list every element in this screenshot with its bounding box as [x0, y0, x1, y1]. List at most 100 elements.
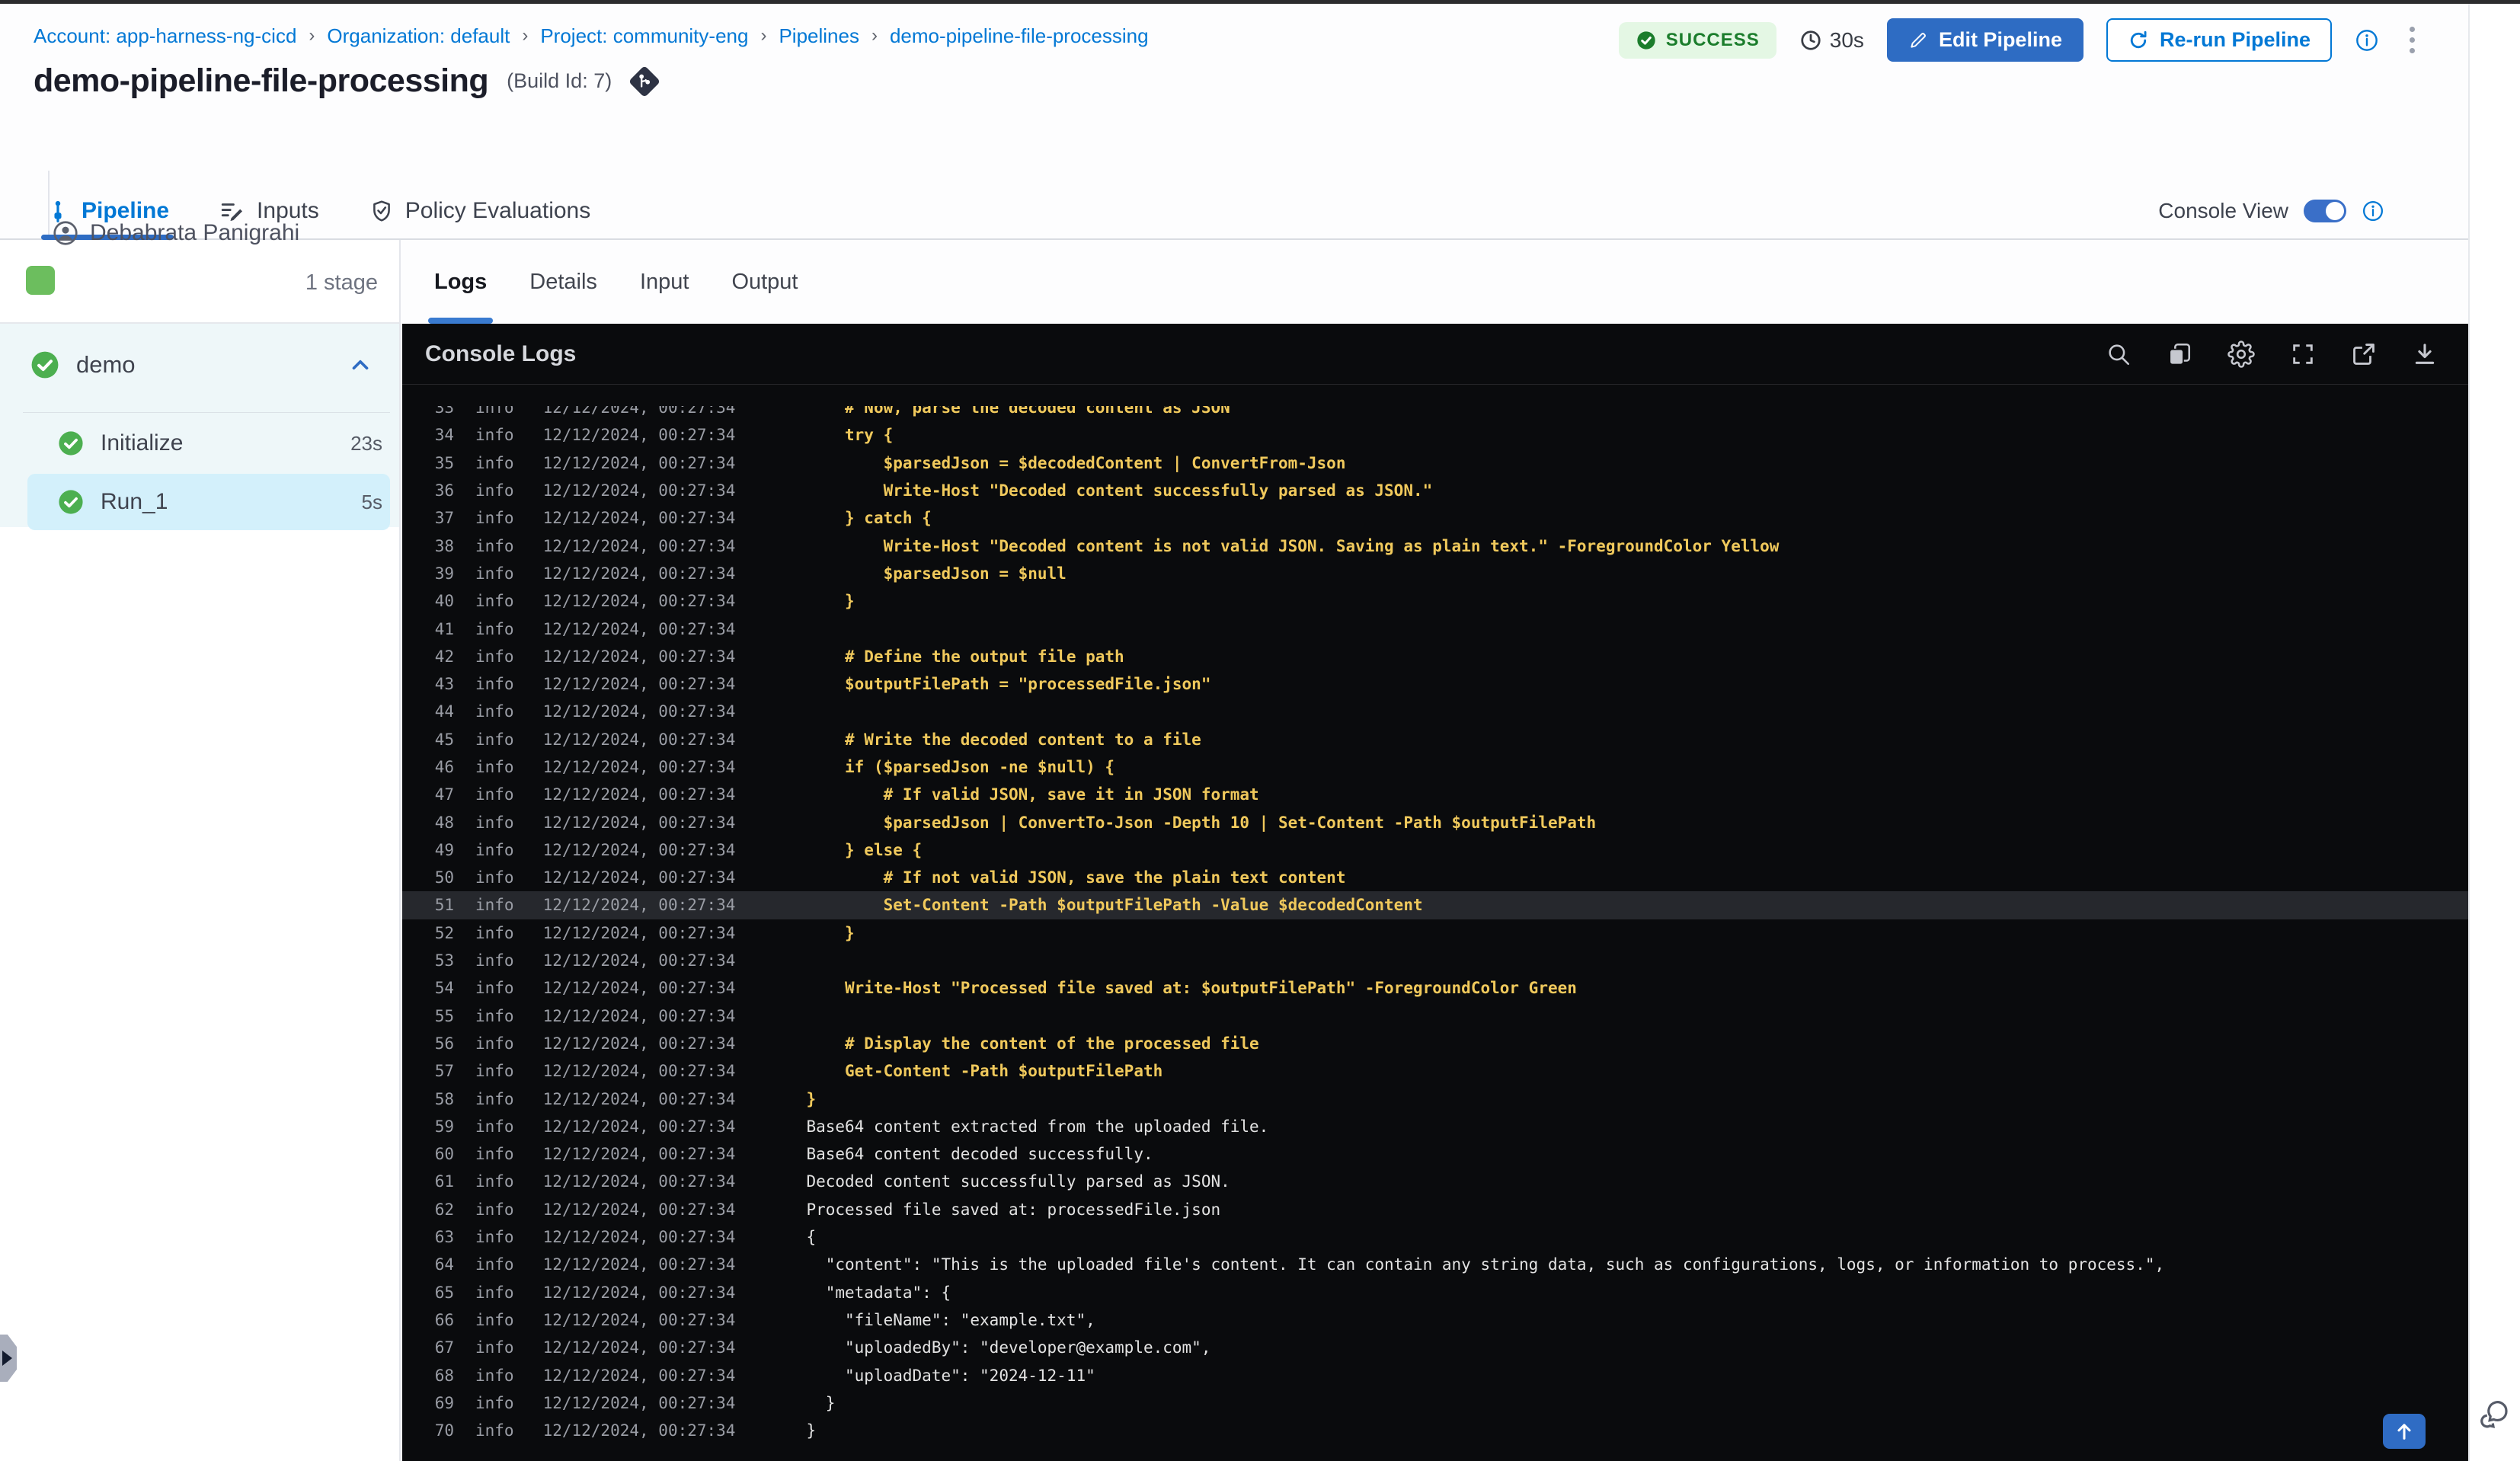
- log-line-61[interactable]: 61 info 12/12/2024, 00:27:34 Decoded conten…: [402, 1168, 2468, 1195]
- scroll-to-top-button[interactable]: [2383, 1414, 2426, 1449]
- log-message: # If not valid JSON, save the plain text…: [806, 868, 1346, 887]
- log-line-35[interactable]: 35 info 12/12/2024, 00:27:34 $parsedJson =…: [402, 449, 2468, 477]
- open-in-new-icon[interactable]: [2351, 341, 2377, 367]
- log-line-36[interactable]: 36 info 12/12/2024, 00:27:34 Write-Host "D…: [402, 477, 2468, 504]
- stage-row-demo[interactable]: demo: [0, 348, 399, 382]
- log-line-62[interactable]: 62 info 12/12/2024, 00:27:34 Processed file…: [402, 1196, 2468, 1223]
- log-line-number: 67: [434, 1338, 454, 1357]
- settings-icon[interactable]: [2227, 340, 2255, 368]
- log-message: # Write the decoded content to a file: [806, 730, 1201, 749]
- log-message: # If valid JSON, save it in JSON format: [806, 785, 1259, 804]
- log-line-48[interactable]: 48 info 12/12/2024, 00:27:34 $parsedJson |…: [402, 808, 2468, 836]
- rerun-pipeline-button[interactable]: Re-run Pipeline: [2106, 18, 2332, 62]
- log-line-51[interactable]: 51 info 12/12/2024, 00:27:34 Set-Content -…: [402, 891, 2468, 919]
- download-icon[interactable]: [2412, 341, 2438, 367]
- log-line-57[interactable]: 57 info 12/12/2024, 00:27:34 Get-Content -…: [402, 1057, 2468, 1085]
- step-row-initialize[interactable]: Initialize 23s: [27, 419, 390, 468]
- log-line-41[interactable]: 41 info 12/12/2024, 00:27:34: [402, 615, 2468, 642]
- tab-label: Policy Evaluations: [405, 197, 591, 223]
- stage-minimap-square[interactable]: [26, 266, 55, 295]
- console-view-info-icon[interactable]: [2362, 200, 2384, 222]
- log-line-56[interactable]: 56 info 12/12/2024, 00:27:34 # Display the…: [402, 1030, 2468, 1057]
- breadcrumb-link[interactable]: Account: app-harness-ng-cicd: [34, 24, 296, 48]
- log-line-69[interactable]: 69 info 12/12/2024, 00:27:34 }: [402, 1389, 2468, 1417]
- log-line-number: 68: [434, 1366, 454, 1385]
- copy-icon[interactable]: [2167, 341, 2192, 367]
- chevron-up-icon[interactable]: [347, 352, 373, 378]
- breadcrumb-link[interactable]: demo-pipeline-file-processing: [890, 24, 1149, 48]
- log-line-65[interactable]: 65 info 12/12/2024, 00:27:34 "metadata": {: [402, 1279, 2468, 1306]
- log-tab-output[interactable]: Output: [731, 240, 798, 324]
- log-line-54[interactable]: 54 info 12/12/2024, 00:27:34 Write-Host "P…: [402, 974, 2468, 1002]
- breadcrumb-link[interactable]: Project: community-eng: [540, 24, 748, 48]
- log-line-number: 35: [434, 453, 454, 472]
- breadcrumb-link[interactable]: Organization: default: [327, 24, 510, 48]
- log-tab-input[interactable]: Input: [640, 240, 689, 324]
- log-line-53[interactable]: 53 info 12/12/2024, 00:27:34: [402, 947, 2468, 974]
- log-line-45[interactable]: 45 info 12/12/2024, 00:27:34 # Write the d…: [402, 726, 2468, 753]
- log-line-number: 55: [434, 1006, 454, 1025]
- log-line-64[interactable]: 64 info 12/12/2024, 00:27:34 "content": "T…: [402, 1251, 2468, 1278]
- log-timestamp: 12/12/2024, 00:27:34: [542, 785, 736, 804]
- search-icon[interactable]: [2106, 341, 2131, 367]
- log-line-number: 51: [434, 896, 454, 915]
- log-level: info: [475, 1200, 514, 1219]
- log-line-number: 46: [434, 758, 454, 776]
- log-timestamp: 12/12/2024, 00:27:34: [542, 702, 736, 721]
- log-message: Set-Content -Path $outputFilePath -Value…: [806, 896, 1423, 915]
- log-message: }: [806, 592, 855, 611]
- edit-pipeline-button[interactable]: Edit Pipeline: [1886, 18, 2083, 62]
- log-timestamp: 12/12/2024, 00:27:34: [542, 1366, 736, 1385]
- log-tabs: Logs Details Input Output: [402, 240, 2468, 324]
- log-message: Write-Host "Decoded content successfully…: [806, 481, 1433, 500]
- stage-divider: [23, 412, 390, 413]
- log-line-number: 70: [434, 1421, 454, 1440]
- log-line-40[interactable]: 40 info 12/12/2024, 00:27:34 }: [402, 587, 2468, 615]
- fullscreen-icon[interactable]: [2290, 341, 2316, 367]
- log-level: info: [475, 1338, 514, 1357]
- breadcrumb: Account: app-harness-ng-cicd › Organizatio…: [34, 24, 1149, 48]
- log-timestamp: 12/12/2024, 00:27:34: [542, 453, 736, 472]
- tab-policy-evaluations[interactable]: Policy Evaluations: [369, 183, 590, 238]
- log-line-68[interactable]: 68 info 12/12/2024, 00:27:34 "uploadDate":…: [402, 1361, 2468, 1389]
- log-line-49[interactable]: 49 info 12/12/2024, 00:27:34 } else {: [402, 836, 2468, 864]
- log-tab-logs[interactable]: Logs: [427, 240, 494, 324]
- log-line-44[interactable]: 44 info 12/12/2024, 00:27:34: [402, 698, 2468, 725]
- log-scroll-area[interactable]: 33 info 12/12/2024, 00:27:34 # Now, parse …: [402, 385, 2468, 1461]
- console-view-toggle[interactable]: [2304, 199, 2346, 222]
- log-message: Decoded content successfully parsed as J…: [806, 1172, 1230, 1191]
- log-line-39[interactable]: 39 info 12/12/2024, 00:27:34 $parsedJson =…: [402, 560, 2468, 587]
- log-line-67[interactable]: 67 info 12/12/2024, 00:27:34 "uploadedBy":…: [402, 1334, 2468, 1361]
- support-chat-icon[interactable]: [2477, 1395, 2513, 1432]
- log-line-52[interactable]: 52 info 12/12/2024, 00:27:34 }: [402, 919, 2468, 947]
- log-line-46[interactable]: 46 info 12/12/2024, 00:27:34 if ($parsedJs…: [402, 753, 2468, 781]
- duration: 30s: [1799, 28, 1864, 53]
- log-line-70[interactable]: 70 info 12/12/2024, 00:27:34}: [402, 1417, 2468, 1444]
- log-tab-details[interactable]: Details: [529, 240, 597, 324]
- log-line-47[interactable]: 47 info 12/12/2024, 00:27:34 # If valid JS…: [402, 781, 2468, 808]
- log-line-63[interactable]: 63 info 12/12/2024, 00:27:34 {: [402, 1223, 2468, 1251]
- log-line-38[interactable]: 38 info 12/12/2024, 00:27:34 Write-Host "D…: [402, 532, 2468, 559]
- log-message: # Define the output file path: [806, 647, 1124, 666]
- log-level: info: [475, 1255, 514, 1274]
- log-line-55[interactable]: 55 info 12/12/2024, 00:27:34: [402, 1002, 2468, 1030]
- log-level: info: [475, 398, 514, 417]
- log-line-60[interactable]: 60 info 12/12/2024, 00:27:34 Base64 content…: [402, 1140, 2468, 1168]
- status-badge: SUCCESS: [1618, 21, 1776, 59]
- more-options-menu[interactable]: [2402, 22, 2422, 58]
- log-line-66[interactable]: 66 info 12/12/2024, 00:27:34 "fileName": "…: [402, 1306, 2468, 1334]
- log-line-59[interactable]: 59 info 12/12/2024, 00:27:34 Base64 content…: [402, 1113, 2468, 1140]
- log-line-34[interactable]: 34 info 12/12/2024, 00:27:34 try {: [402, 421, 2468, 449]
- log-line-58[interactable]: 58 info 12/12/2024, 00:27:34}: [402, 1085, 2468, 1112]
- log-line-33[interactable]: 33 info 12/12/2024, 00:27:34 # Now, parse …: [402, 398, 2468, 421]
- rerun-info-icon[interactable]: [2355, 28, 2379, 53]
- log-line-50[interactable]: 50 info 12/12/2024, 00:27:34 # If not vali…: [402, 864, 2468, 891]
- log-line-43[interactable]: 43 info 12/12/2024, 00:27:34 $outputFilePa…: [402, 670, 2468, 698]
- breadcrumb-link[interactable]: Pipelines: [779, 24, 859, 48]
- log-message: $outputFilePath = "processedFile.json": [806, 675, 1211, 694]
- step-row-run_1[interactable]: Run_1 5s: [27, 474, 390, 530]
- log-line-37[interactable]: 37 info 12/12/2024, 00:27:34 } catch {: [402, 504, 2468, 532]
- log-line-number: 62: [434, 1200, 454, 1219]
- log-line-42[interactable]: 42 info 12/12/2024, 00:27:34 # Define the …: [402, 643, 2468, 670]
- log-message: } catch {: [806, 509, 932, 528]
